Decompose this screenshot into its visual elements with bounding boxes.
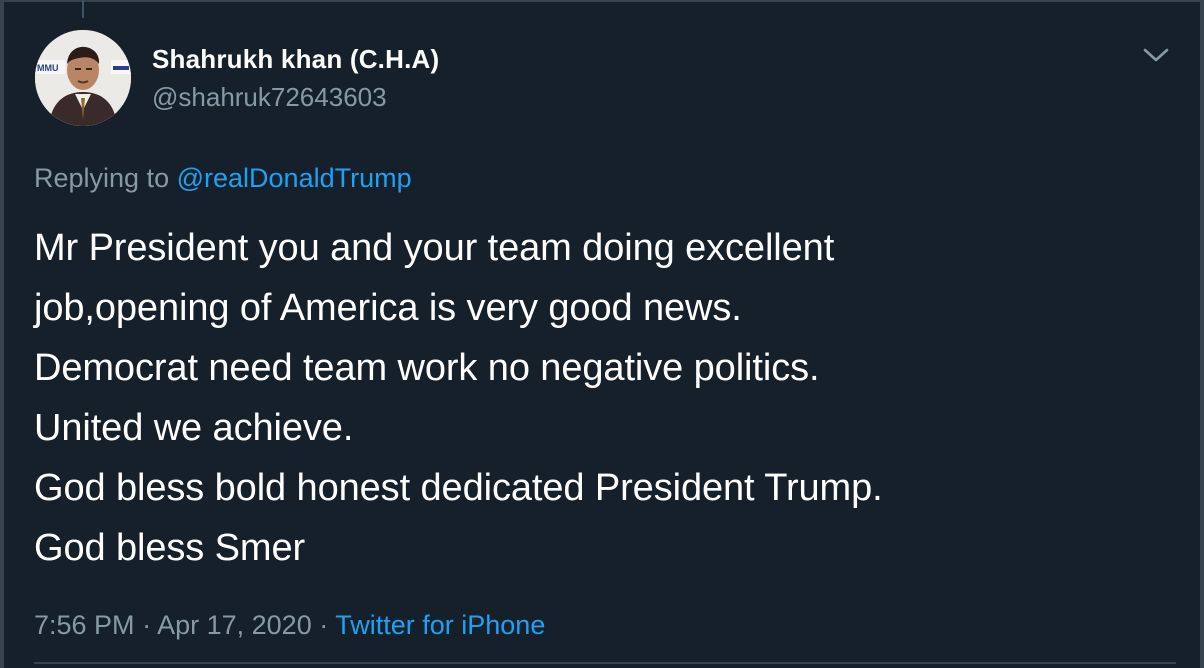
chevron-down-icon	[1143, 48, 1169, 62]
replying-to-line: Replying to @realDonaldTrump	[34, 160, 412, 196]
tweet-source-link[interactable]: Twitter for iPhone	[335, 610, 545, 640]
tweet-meta: 7:56 PM · Apr 17, 2020 · Twitter for iPh…	[34, 607, 545, 643]
author-handle[interactable]: @shahruk72643603	[152, 80, 439, 114]
tweet-text-line: United we achieve.	[34, 407, 354, 449]
reply-mention-link[interactable]: @realDonaldTrump	[177, 163, 412, 193]
replying-to-label: Replying to	[34, 163, 170, 193]
more-options-button[interactable]	[1138, 40, 1174, 70]
tweet-time[interactable]: 7:56 PM	[34, 610, 135, 640]
tweet-text-line: God bless bold honest dedicated Presiden…	[34, 467, 883, 509]
profile-photo: MMU	[35, 30, 131, 126]
svg-text:MMU: MMU	[37, 63, 59, 73]
tweet-text-line: job,opening of America is very good news…	[34, 287, 742, 329]
tweet-text-line: Mr President you and your team doing exc…	[34, 227, 835, 269]
tweet-date[interactable]: Apr 17, 2020	[157, 610, 312, 640]
author-block[interactable]: Shahrukh khan (C.H.A) @shahruk72643603	[152, 42, 439, 114]
tweet-text-line: God bless Smer	[34, 527, 306, 569]
thread-connector-line	[82, 0, 84, 18]
author-display-name[interactable]: Shahrukh khan (C.H.A)	[152, 42, 439, 76]
bottom-divider	[34, 662, 1176, 664]
meta-separator: ·	[142, 610, 152, 640]
avatar[interactable]: MMU	[35, 30, 131, 126]
meta-separator: ·	[319, 610, 329, 640]
tweet-body: Mr President you and your team doing exc…	[34, 218, 883, 578]
tweet-text-line: Democrat need team work no negative poli…	[34, 347, 820, 389]
